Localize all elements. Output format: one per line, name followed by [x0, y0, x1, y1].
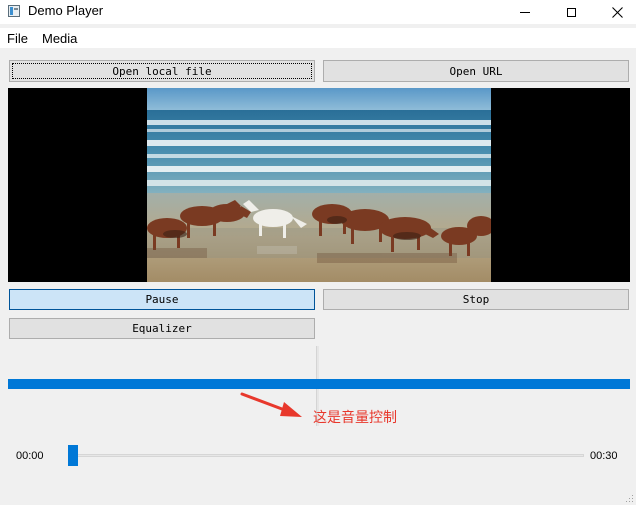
pause-button[interactable]: Pause [9, 289, 315, 310]
video-display[interactable] [8, 88, 630, 282]
minimize-icon [520, 11, 530, 13]
stop-button[interactable]: Stop [323, 289, 629, 310]
menu-bar: File Media [0, 28, 636, 48]
menu-item-file[interactable]: File [7, 31, 28, 46]
video-frame [147, 88, 491, 282]
annotation-arrow-icon [240, 392, 302, 417]
total-time-label: 00:30 [590, 450, 618, 462]
current-time-label: 00:00 [16, 450, 44, 462]
app-icon [8, 5, 20, 17]
position-slider-track[interactable] [68, 454, 584, 457]
title-bar[interactable]: Demo Player [0, 0, 636, 24]
annotation-text: 这是音量控制 [313, 410, 397, 426]
video-thumbnail-image [147, 88, 491, 282]
position-slider-handle[interactable] [68, 445, 78, 466]
menu-item-media[interactable]: Media [42, 31, 77, 46]
main-window: Demo Player File Media Open local file O… [0, 0, 636, 505]
minimize-button[interactable] [502, 0, 548, 24]
open-local-file-button[interactable]: Open local file [9, 60, 315, 82]
maximize-button[interactable] [548, 0, 594, 24]
maximize-icon [566, 7, 576, 17]
volume-slider[interactable] [8, 379, 630, 389]
open-url-button[interactable]: Open URL [323, 60, 629, 82]
close-icon [611, 6, 623, 18]
close-button[interactable] [594, 0, 636, 24]
size-grip-icon[interactable] [624, 493, 634, 503]
equalizer-button[interactable]: Equalizer [9, 318, 315, 339]
window-title: Demo Player [28, 3, 104, 18]
